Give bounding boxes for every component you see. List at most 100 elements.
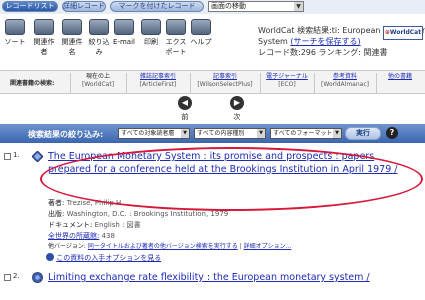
related-subjects-label-2: 名 xyxy=(68,48,76,56)
sort-label: ソート xyxy=(4,38,26,46)
db-worldalmanac-name: 参考資料 xyxy=(332,73,357,80)
db-worldcat: 現在の上 [WorldCat] xyxy=(72,73,124,89)
email-button[interactable]: E-mail xyxy=(112,19,136,47)
availability-link[interactable]: この資料の入手オプションを見る xyxy=(56,254,161,262)
sort-button[interactable]: ソート xyxy=(4,19,26,47)
divider xyxy=(314,73,315,93)
sort-icon xyxy=(5,19,25,35)
other-versions-label: 他バージョン: xyxy=(48,243,86,250)
chevron-down-icon: ▼ xyxy=(181,129,189,138)
info-icon xyxy=(46,253,54,261)
content-type-select[interactable]: すべての内容種別 ▼ xyxy=(194,128,266,139)
print-label: 印刷 xyxy=(144,38,158,46)
holdings-row: 全世界の所蔵館: 438 xyxy=(48,231,115,241)
db-worldcat-sub: [WorldCat] xyxy=(81,81,115,88)
worldcat-logo: ⊕WorldCat xyxy=(383,26,423,40)
goto-screen-value: 画面の移動 xyxy=(211,2,246,10)
related-authors-label: 関連作 xyxy=(33,38,55,46)
related-databases-label: 関連書籍の検索: xyxy=(10,80,55,87)
audience-select-value: すべての対象読者層 xyxy=(121,130,175,137)
db-eco-name: 電子ジャーナル xyxy=(266,73,308,80)
top-navigation-bar: レコードリスト 詳細レコード マークを付けたレコード 画面の移動 ▼ xyxy=(0,0,425,14)
db-worldcat-name: 現在の上 xyxy=(85,73,110,80)
db-wilsonselectplus[interactable]: 記事索引 [WilsonSelectPlus] xyxy=(192,73,258,89)
divider xyxy=(70,73,71,93)
chevron-down-icon: ▼ xyxy=(333,129,341,138)
filter-run-button[interactable]: 実行 xyxy=(345,127,381,140)
search-query-line: WorldCat 検索結果:ti: European w Monetary w xyxy=(258,26,425,35)
document-label: ドキュメント: xyxy=(48,221,93,229)
tab-detail-record[interactable]: 詳細レコード xyxy=(62,1,106,12)
book-icon xyxy=(32,151,43,162)
db-eco[interactable]: 電子ジャーナル [ECO] xyxy=(262,73,312,89)
result-checkbox[interactable] xyxy=(4,153,11,160)
search-summary: WorldCat 検索結果:ti: European w Monetary w … xyxy=(258,25,425,58)
email-label: E-mail xyxy=(113,38,135,46)
search-query-tail: System xyxy=(258,37,291,46)
related-authors-icon xyxy=(34,19,54,35)
result-title-link[interactable]: The European Monetary System : its promi… xyxy=(48,151,418,176)
db-worldalmanac[interactable]: 参考資料 [WorldAlmanac] xyxy=(316,73,374,89)
author-row: 著者: Trezise, Philip H. xyxy=(48,198,123,208)
related-subjects-icon xyxy=(62,19,82,35)
related-subjects-label: 関連件 xyxy=(61,38,83,46)
filter-help-icon[interactable]: ? xyxy=(386,127,398,139)
help-button[interactable]: ヘルプ xyxy=(190,19,212,47)
result-number: 2. xyxy=(13,272,20,280)
limit-label: 絞り込 xyxy=(88,38,110,46)
export-icon xyxy=(166,19,186,35)
export-button[interactable]: エクス ポート xyxy=(164,19,188,57)
author-label: 著者: xyxy=(48,199,65,207)
export-label-2: ポート xyxy=(165,48,187,56)
divider xyxy=(126,73,127,93)
holdings-value: 438 xyxy=(101,232,115,240)
next-page-label: 次 xyxy=(233,113,241,121)
related-authors-button[interactable]: 関連作 者 xyxy=(32,19,56,57)
filter-label: 検索結果の絞り込み: xyxy=(28,130,104,139)
db-wilsonselectplus-name: 記事索引 xyxy=(212,73,237,80)
search-query-line-2: System (サーチを保存する) xyxy=(258,36,378,47)
content-type-select-value: すべての内容種別 xyxy=(197,130,245,137)
limit-icon xyxy=(89,19,109,35)
document-row: ドキュメント: English : 図書 xyxy=(48,220,141,230)
filter-bar: 検索結果の絞り込み: すべての対象読者層 ▼ すべての内容種別 ▼ すべてのフォ… xyxy=(0,124,425,143)
print-button[interactable]: 印刷 xyxy=(140,19,162,47)
goto-screen-select[interactable]: 画面の移動 ▼ xyxy=(208,1,304,12)
chevron-down-icon: ▼ xyxy=(294,2,303,11)
format-select[interactable]: すべてのフォーマット ▼ xyxy=(270,128,342,139)
related-subjects-button[interactable]: 関連件 名 xyxy=(60,19,84,57)
tab-marked-records[interactable]: マークを付けたレコード xyxy=(110,1,204,12)
detail-options-link[interactable]: 詳細オプション... xyxy=(244,243,292,250)
email-icon xyxy=(114,19,134,35)
limit-button[interactable]: 絞り込 み xyxy=(88,19,110,57)
book-icon xyxy=(32,272,43,283)
prev-page-label: 前 xyxy=(181,113,189,121)
export-label: エクス xyxy=(165,38,187,46)
other-versions-row: 他バージョン: 同一タイトルおよび著者の他バージョン検索を実行する | 詳細オプ… xyxy=(48,242,291,252)
divider xyxy=(190,73,191,93)
print-icon xyxy=(141,19,161,35)
audience-select[interactable]: すべての対象読者層 ▼ xyxy=(118,128,190,139)
related-authors-label-2: 者 xyxy=(40,48,48,56)
tab-record-list[interactable]: レコードリスト xyxy=(2,1,58,12)
result-checkbox[interactable] xyxy=(4,274,11,281)
chevron-right-icon: ▶ xyxy=(230,96,244,110)
publisher-label: 出版: xyxy=(48,210,65,218)
next-page-button[interactable]: ▶ 次 xyxy=(226,96,248,122)
divider xyxy=(376,73,377,93)
db-other-name: 他の書籍 xyxy=(387,73,412,80)
other-versions-link[interactable]: 同一タイトルおよび著者の他バージョン検索を実行する xyxy=(88,243,238,250)
db-articlefirst-name: 雑誌記事索引 xyxy=(139,73,176,80)
db-other[interactable]: 他の書籍 xyxy=(378,73,422,81)
holdings-link[interactable]: 全世界の所蔵館: xyxy=(48,232,99,240)
result-number: 1. xyxy=(13,151,20,159)
result-title-link[interactable]: Limiting exchange rate flexibility : the… xyxy=(48,272,418,285)
db-worldalmanac-sub: [WorldAlmanac] xyxy=(321,81,369,88)
help-label: ヘルプ xyxy=(190,38,212,46)
db-eco-sub: [ECO] xyxy=(278,81,296,88)
chevron-down-icon: ▼ xyxy=(257,129,265,138)
db-articlefirst[interactable]: 雑誌記事索引 [ArticleFirst] xyxy=(128,73,188,89)
divider xyxy=(260,73,261,93)
prev-page-button[interactable]: ◀ 前 xyxy=(174,96,196,122)
save-search-link[interactable]: (サーチを保存する) xyxy=(290,37,360,46)
